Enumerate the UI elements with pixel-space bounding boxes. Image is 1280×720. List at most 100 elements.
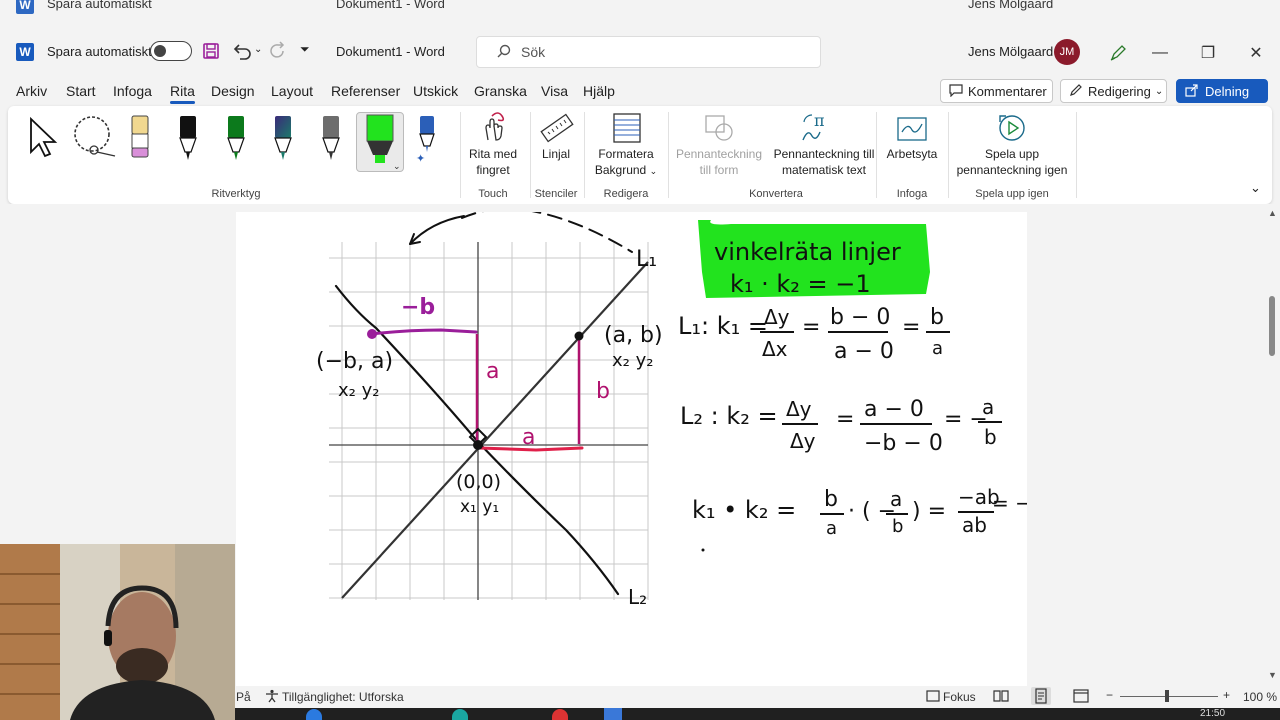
eq3-frac2-num: a (890, 487, 902, 511)
redo-icon[interactable] (268, 41, 288, 61)
tab-visa[interactable]: Visa (541, 83, 568, 99)
close-icon[interactable]: ✕ (1241, 38, 1271, 68)
tab-granska[interactable]: Granska (474, 83, 527, 99)
pen-green-icon[interactable] (226, 114, 246, 165)
eq2-frac2-num: a − 0 (864, 397, 924, 422)
status-left: På (236, 690, 251, 704)
search-icon (497, 44, 511, 61)
accessibility-icon (265, 689, 279, 706)
eraser-icon[interactable] (129, 114, 151, 163)
label-point-ab-sub: x₂ y₂ (612, 350, 653, 371)
ruler-icon (540, 112, 574, 147)
action-pen-icon[interactable]: ✦ (414, 114, 440, 167)
print-layout-icon[interactable] (1031, 687, 1051, 705)
tab-start[interactable]: Start (66, 83, 96, 99)
svg-text:π: π (814, 112, 825, 130)
scroll-thumb[interactable] (1269, 296, 1275, 356)
zoom-out-icon[interactable]: − (1106, 688, 1113, 702)
tab-infoga[interactable]: Infoga (113, 83, 152, 99)
replay-label-1: Spela upp (984, 147, 1040, 161)
tab-rita[interactable]: Rita (170, 83, 195, 104)
eq3-close: ) = (912, 499, 946, 524)
canvas-button[interactable]: Arbetsyta (880, 146, 944, 162)
document-page[interactable]: L₁ L₂ −b a b a (a, b) x₂ y₂ (−b, a) x₂ y… (236, 212, 1027, 686)
tab-referenser[interactable]: Referenser (331, 83, 400, 99)
eq2-frac2-den: −b − 0 (864, 431, 943, 456)
svg-text:⌄: ⌄ (393, 162, 401, 171)
scroll-down-icon[interactable]: ▼ (1268, 670, 1277, 680)
accessibility-status[interactable]: Tillgänglighet: Utforska (282, 690, 404, 704)
lasso-tool-icon[interactable] (70, 116, 120, 161)
canvas-icon (896, 112, 928, 147)
ink-to-math-button[interactable]: Pennanteckning till matematisk text (766, 146, 882, 178)
point-neg-b-a (367, 329, 377, 339)
rotation-arrow (409, 215, 465, 245)
ink-to-shape-button[interactable]: Pennanteckning till form (672, 146, 766, 178)
zoom-level[interactable]: 100 % (1243, 690, 1277, 704)
pen-black-icon[interactable] (178, 114, 198, 165)
eq1-eq2: = (902, 315, 920, 340)
minimize-icon[interactable]: — (1145, 38, 1175, 68)
eq3-frac2-den: b (892, 516, 903, 537)
eq1-frac3-den: a (932, 338, 943, 359)
scroll-up-icon[interactable]: ▲ (1268, 208, 1277, 218)
tab-arkiv[interactable]: Arkiv (16, 83, 47, 99)
segment-minus-b (370, 328, 478, 336)
tab-utskick[interactable]: Utskick (413, 83, 458, 99)
replay-ink-button[interactable]: Spela upp pennanteckning igen (950, 146, 1074, 178)
zoom-slider-thumb[interactable] (1165, 690, 1169, 702)
format-bg-label-2: Bakgrund ⌄ (594, 163, 658, 177)
title-product-rule: k₁ · k₂ = −1 (730, 270, 871, 298)
menu-bar: Arkiv Start Infoga Rita Design Layout Re… (0, 76, 1280, 106)
focus-button[interactable]: Fokus (943, 690, 976, 704)
ruler-button[interactable]: Linjal (533, 146, 579, 162)
vertical-scrollbar[interactable]: ▲ ▼ (1264, 208, 1280, 686)
save-icon[interactable] (202, 42, 220, 60)
collapse-ribbon-chevron-icon[interactable]: ⌄ (1250, 180, 1261, 196)
taskbar-app-icon[interactable] (306, 709, 322, 720)
pen-icon[interactable] (1103, 38, 1133, 68)
group-label-convert: Konvertera (749, 188, 803, 200)
format-background-button[interactable]: Formatera Bakgrund ⌄ (586, 146, 666, 179)
taskbar-app-icon[interactable] (452, 709, 468, 720)
read-mode-icon[interactable] (993, 689, 1009, 706)
undo-chevron-icon[interactable]: ⌄ (254, 44, 262, 55)
taskbar-app-icon[interactable] (552, 709, 568, 720)
avatar[interactable]: JM (1054, 39, 1080, 65)
editing-button[interactable]: Redigering ⌄ (1060, 79, 1167, 103)
separator (876, 112, 877, 198)
tab-design[interactable]: Design (211, 83, 255, 99)
share-button[interactable]: Delning (1176, 79, 1268, 103)
zoom-slider[interactable] (1120, 690, 1218, 702)
word-logo-icon: W (16, 43, 34, 61)
comments-button[interactable]: Kommentarer (940, 79, 1053, 103)
ink-to-shape-label-1: Pennanteckning (675, 147, 763, 161)
pencil-gray-icon[interactable] (321, 114, 341, 165)
eq2-frac1-num: Δy (786, 397, 812, 421)
customize-qat-icon[interactable]: ⏷ (300, 42, 310, 57)
autosave-toggle[interactable] (150, 41, 192, 61)
highlighter-green-selected[interactable]: ⌄ (356, 112, 404, 172)
search-placeholder: Sök (521, 44, 546, 60)
group-label-drawing-tools: Ritverktyg (211, 188, 261, 200)
undo-icon[interactable] (231, 41, 255, 61)
eq3-result: = −1 (992, 491, 1027, 515)
ink-to-shape-icon (704, 112, 734, 147)
restore-icon[interactable]: ❐ (1193, 38, 1223, 68)
tab-hjalp[interactable]: Hjälp (583, 83, 615, 99)
group-label-stencils: Stenciler (534, 188, 578, 200)
editing-label: Redigering (1088, 83, 1151, 99)
search-box[interactable]: Sök (476, 36, 821, 68)
select-tool-icon[interactable] (28, 116, 60, 161)
pen-galaxy-icon[interactable] (273, 114, 293, 165)
webcam-overlay (0, 544, 235, 720)
zoom-in-icon[interactable]: + (1223, 688, 1230, 702)
draw-finger-button[interactable]: Rita med fingret (463, 146, 523, 178)
chevron-down-icon: ⌄ (649, 166, 658, 176)
point-a-b (574, 331, 584, 341)
word-logo-icon: W (16, 0, 34, 14)
tab-layout[interactable]: Layout (271, 83, 313, 99)
web-layout-icon[interactable] (1073, 689, 1089, 706)
taskbar-word-icon[interactable] (604, 708, 622, 720)
doc-title-ghost: Dokument1 - Word (336, 0, 445, 11)
